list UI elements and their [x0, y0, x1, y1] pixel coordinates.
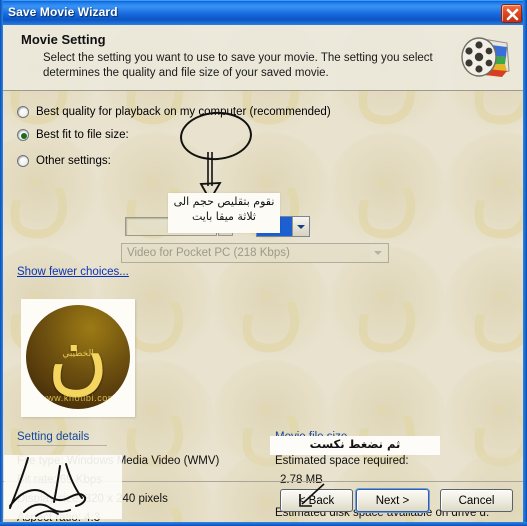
option-other-settings-label: Other settings: [36, 155, 111, 167]
page-title: Movie Setting [21, 32, 106, 47]
option-best-quality[interactable]: Best quality for playback on my computer… [17, 103, 331, 121]
estimated-space-label: Estimated space required: [275, 455, 409, 467]
close-icon[interactable] [501, 4, 522, 23]
back-button[interactable]: < Back [280, 489, 353, 512]
window-border-left [0, 0, 3, 526]
setting-details-heading: Setting details [17, 431, 107, 446]
option-best-fit-label: Best fit to file size: [36, 129, 129, 141]
logo-caption: الخطيبي [62, 349, 94, 359]
radio-best-fit[interactable] [17, 129, 29, 141]
page-description: Select the setting you want to use to sa… [43, 52, 433, 79]
other-settings-profile-value: Video for Pocket PC (218 Kbps) [127, 247, 290, 259]
show-fewer-choices-link[interactable]: Show fewer choices... [17, 266, 129, 278]
other-settings-profile-select: Video for Pocket PC (218 Kbps) [121, 243, 389, 263]
window-border-right [523, 0, 527, 526]
annotation-size-note-line1: نقوم بتقليص حجم الى [173, 195, 275, 208]
window-title: Save Movie Wizard [8, 5, 118, 19]
option-best-quality-label: Best quality for playback on my computer… [36, 106, 331, 118]
signature-background [4, 455, 122, 519]
close-x-glyph [506, 8, 519, 21]
chevron-down-icon[interactable] [292, 217, 309, 236]
title-bar[interactable]: Save Movie Wizard [0, 0, 527, 25]
annotation-size-note: نقوم بتقليص حجم الى ثلاثة ميقا بايت [168, 194, 280, 224]
chevron-down-icon-disabled [370, 245, 387, 261]
logo-disc: الخطيبي www.khotibi.com [26, 305, 130, 409]
annotation-size-note-line2: ثلاثة ميقا بايت [192, 210, 256, 223]
window-border-bottom [0, 522, 527, 526]
cancel-button[interactable]: Cancel [440, 489, 513, 512]
option-other-settings[interactable]: Other settings: [17, 152, 111, 170]
logo-url: www.khotibi.com [39, 393, 117, 403]
wizard-header: Movie Setting Select the setting you wan… [3, 25, 523, 91]
radio-other-settings[interactable] [17, 155, 29, 167]
logo-image: الخطيبي www.khotibi.com [21, 299, 135, 417]
annotation-next-note: ثم نضغط نكست [309, 437, 401, 451]
save-movie-wizard-dialog: Save Movie Wizard Movie Setting Select t… [0, 0, 527, 526]
film-reel-icon [457, 31, 515, 86]
next-button[interactable]: Next > [356, 489, 429, 512]
radio-best-quality[interactable] [17, 106, 29, 118]
option-best-fit[interactable]: Best fit to file size: [17, 126, 129, 144]
wizard-body: Best quality for playback on my computer… [3, 91, 523, 524]
